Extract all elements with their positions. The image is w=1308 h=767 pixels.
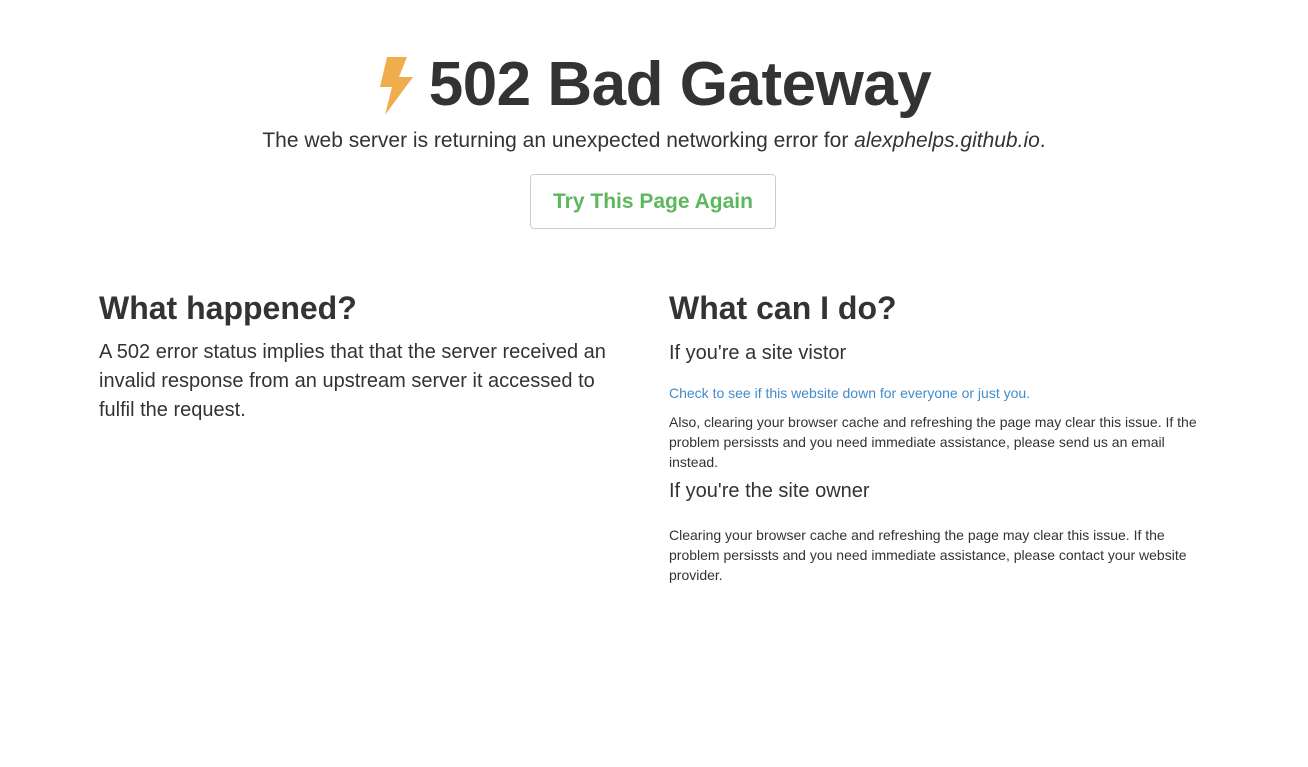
- title-row: 502 Bad Gateway: [0, 50, 1308, 120]
- what-happened-section: What happened? A 502 error status implie…: [99, 286, 629, 425]
- error-header: 502 Bad Gateway The web server is return…: [0, 50, 1308, 156]
- subtitle-text: The web server is returning an unexpecte…: [262, 129, 855, 152]
- try-again-button[interactable]: Try This Page Again: [530, 174, 776, 229]
- what-happened-text: A 502 error status implies that that the…: [99, 341, 606, 421]
- check-website-down-link[interactable]: Check to see if this website down for ev…: [669, 383, 1214, 403]
- error-subtitle: The web server is returning an unexpecte…: [0, 126, 1308, 156]
- subtitle-domain: alexphelps.github.io: [854, 129, 1040, 152]
- error-page: 502 Bad Gateway The web server is return…: [0, 0, 1308, 767]
- site-owner-text: Clearing your browser cache and refreshi…: [669, 527, 1187, 583]
- site-owner-heading: If you're the site owner: [669, 480, 870, 502]
- site-visitor-text: Also, clearing your browser cache and re…: [669, 414, 1197, 470]
- site-visitor-heading: If you're a site vistor: [669, 342, 847, 364]
- subtitle-period: .: [1039, 129, 1046, 152]
- what-happened-heading: What happened?: [99, 290, 357, 326]
- page-title: 502 Bad Gateway: [428, 50, 932, 119]
- what-can-i-do-section: What can I do? If you're a site vistor C…: [669, 286, 1214, 585]
- what-can-i-do-heading: What can I do?: [669, 290, 897, 326]
- lightning-bolt-icon: [379, 57, 413, 115]
